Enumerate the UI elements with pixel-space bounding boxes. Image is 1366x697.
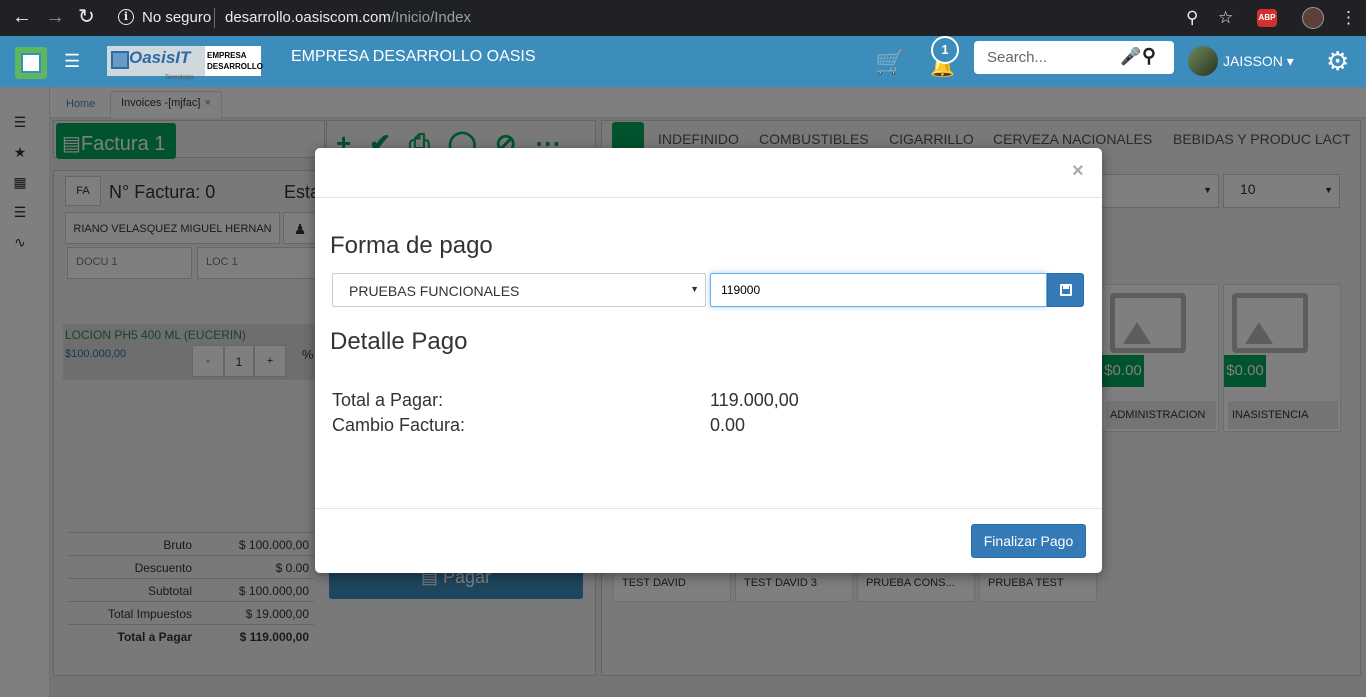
- payment-method-value: PRUEBAS FUNCIONALES: [349, 283, 520, 299]
- change-value: 0.00: [710, 415, 746, 435]
- app-header: ☰ OasisIT Tecnología EMPRESA DESARROLLO EM…: [0, 36, 1366, 87]
- menu-kebab-icon[interactable]: ⋮: [1340, 8, 1357, 28]
- modal-divider: [315, 197, 1102, 198]
- brand-line2: DESARROLLO: [207, 62, 263, 71]
- reload-icon[interactable]: ↻: [78, 7, 95, 27]
- info-icon[interactable]: i: [118, 9, 134, 25]
- save-icon: [1060, 284, 1072, 296]
- brand-logo: OasisIT Tecnología EMPRESA DESARROLLO: [107, 46, 263, 81]
- payment-detail-title: Detalle Pago: [330, 328, 468, 355]
- search-icon[interactable]: ⚲: [1142, 45, 1156, 68]
- save-button[interactable]: [1047, 273, 1084, 307]
- url-path: /Inicio/Index: [390, 9, 471, 26]
- star-icon[interactable]: ☆: [1218, 8, 1233, 28]
- microphone-icon[interactable]: 🎤: [1120, 47, 1141, 67]
- search-input[interactable]: [974, 41, 1114, 74]
- payment-modal: × Forma de pago PRUEBAS FUNCIONALES ▼ Det…: [315, 148, 1102, 573]
- brand-line1: EMPRESA: [207, 51, 247, 60]
- notification-badge[interactable]: 1: [931, 36, 959, 64]
- address-bar[interactable]: desarrollo.oasiscom.com/Inicio/Index: [225, 9, 471, 26]
- brand-main: OasisIT: [129, 48, 191, 67]
- payment-method-select[interactable]: PRUEBAS FUNCIONALES ▼: [332, 273, 706, 307]
- url-host: desarrollo.oasiscom.com: [225, 9, 391, 26]
- adblock-icon[interactable]: ABP: [1257, 9, 1277, 27]
- back-icon[interactable]: ←: [12, 7, 32, 27]
- gear-icon[interactable]: ⚙: [1326, 46, 1349, 77]
- cart-icon[interactable]: 🛒: [875, 48, 905, 77]
- key-icon[interactable]: ⚲: [1186, 8, 1198, 28]
- forward-icon[interactable]: →: [45, 7, 65, 27]
- chevron-down-icon: ▼: [690, 284, 699, 294]
- profile-avatar[interactable]: [1302, 7, 1324, 29]
- search-box: 🎤 ⚲: [974, 41, 1174, 74]
- url-separator: [214, 8, 215, 28]
- close-icon[interactable]: ×: [1072, 160, 1084, 183]
- security-label: No seguro: [142, 9, 212, 26]
- user-menu[interactable]: JAISSON ▾: [1223, 53, 1294, 70]
- user-name: JAISSON: [1223, 53, 1283, 69]
- company-name: EMPRESA DESARROLLO OASIS: [291, 48, 536, 65]
- browser-toolbar: ← → ↻ i No seguro desarrollo.oasiscom.co…: [0, 0, 1366, 36]
- total-label: Total a Pagar:: [332, 390, 444, 410]
- modal-divider: [315, 508, 1102, 509]
- change-label: Cambio Factura:: [332, 415, 466, 435]
- app-logo-icon[interactable]: [15, 47, 47, 79]
- finalize-payment-button[interactable]: Finalizar Pago: [971, 524, 1086, 558]
- hamburger-icon[interactable]: ☰: [64, 51, 80, 72]
- amount-input[interactable]: [710, 273, 1047, 307]
- user-avatar[interactable]: [1188, 46, 1218, 76]
- total-value: 119.000,00: [710, 390, 799, 410]
- payment-method-title: Forma de pago: [330, 232, 493, 259]
